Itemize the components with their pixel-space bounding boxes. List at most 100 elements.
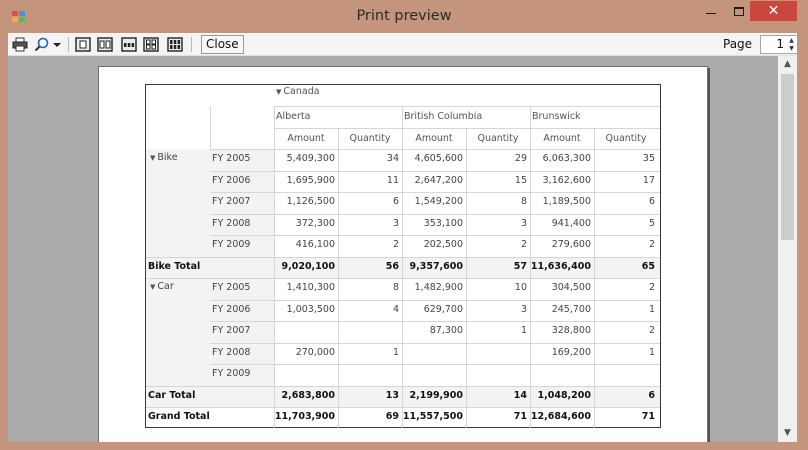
data-cell: 3 (520, 217, 527, 229)
total-cell: 11,636,400 (530, 260, 591, 272)
total-cell: 9,020,100 (281, 260, 336, 272)
data-cell: 245,700 (551, 303, 591, 315)
row-header-year[interactable]: FY 2008 (212, 347, 272, 363)
page-number-value[interactable]: 1 (776, 37, 784, 51)
grid-line (210, 149, 660, 150)
zoom-dropdown-button[interactable] (52, 37, 62, 52)
row-header-year[interactable]: FY 2005 (212, 153, 272, 169)
row-header-grand-total[interactable]: Grand Total (148, 411, 268, 427)
print-button[interactable] (12, 37, 28, 52)
collapse-icon[interactable]: ▼ (150, 283, 155, 291)
data-cell (338, 325, 399, 341)
grid-line (274, 106, 660, 107)
data-cell (274, 325, 335, 341)
one-page-button[interactable] (75, 37, 91, 52)
data-cell: 169,200 (551, 346, 591, 358)
total-cell: 65 (641, 260, 655, 272)
column-header-region[interactable]: Alberta (276, 111, 400, 127)
column-header-measure[interactable]: Quantity (338, 133, 402, 149)
three-pages-button[interactable] (121, 37, 137, 52)
row-header-year[interactable]: FY 2009 (212, 239, 272, 255)
close-preview-button[interactable]: Close (201, 35, 244, 54)
three-pages-icon (121, 37, 137, 52)
column-header-measure[interactable]: Amount (530, 133, 594, 149)
grid-line (402, 106, 403, 149)
column-header-country[interactable]: ▼ Canada (276, 86, 656, 104)
data-cell: 5 (648, 217, 655, 229)
data-cell: 1,003,500 (286, 303, 335, 315)
column-header-measure[interactable]: Amount (402, 133, 466, 149)
scroll-down-button[interactable]: ▼ (778, 425, 797, 442)
column-header-measure[interactable]: Amount (274, 133, 338, 149)
grid-line (466, 128, 467, 149)
row-header-group[interactable]: ▼ Car (150, 281, 210, 297)
row-header-total[interactable]: Car Total (148, 390, 268, 406)
two-pages-button[interactable] (97, 37, 113, 52)
scroll-thumb[interactable] (781, 74, 794, 240)
collapse-icon[interactable]: ▼ (276, 88, 281, 96)
column-header-measure[interactable]: Quantity (594, 133, 658, 149)
maximize-button[interactable] (728, 0, 750, 22)
total-cell: 13 (385, 389, 399, 401)
one-page-icon (75, 37, 91, 52)
six-pages-button[interactable] (167, 37, 183, 52)
data-cell: 304,500 (551, 282, 591, 293)
row-header-year[interactable]: FY 2009 (212, 368, 272, 384)
pivot-grid: ▼ Canada Alberta British Columbia Brunswick A… (145, 84, 661, 428)
data-cell: 328,800 (551, 325, 591, 336)
vertical-scrollbar[interactable]: ▲ ▼ (778, 56, 797, 442)
page-number-stepper[interactable]: 1 ▲ ▼ (760, 35, 799, 54)
grid-line (274, 128, 660, 129)
page-up-button[interactable]: ▲ (786, 37, 797, 45)
data-cell: 1,126,500 (286, 196, 335, 207)
six-pages-icon (167, 37, 183, 52)
grid-line (210, 192, 660, 193)
printer-icon (12, 37, 28, 52)
two-pages-icon (97, 37, 113, 52)
data-cell: 6,063,300 (542, 153, 591, 164)
column-header-region[interactable]: Brunswick (532, 111, 656, 127)
zoom-button[interactable] (34, 37, 50, 52)
column-header-region[interactable]: British Columbia (404, 111, 528, 127)
data-cell: 416,100 (295, 239, 335, 250)
data-cell: 6 (392, 196, 399, 207)
data-cell: 3,162,600 (542, 174, 591, 186)
grid-line (466, 149, 467, 428)
preview-page: ▼ Canada Alberta British Columbia Brunswick A… (98, 66, 708, 442)
total-cell: 56 (385, 260, 399, 272)
grid-line (210, 321, 660, 322)
data-cell: 2 (648, 325, 655, 336)
four-pages-button[interactable] (143, 37, 159, 52)
grid-line (146, 407, 660, 408)
chevron-up-icon: ▲ (784, 59, 791, 69)
grid-line (210, 213, 660, 215)
collapse-icon[interactable]: ▼ (150, 154, 155, 162)
data-cell: 34 (386, 153, 399, 164)
grand-total-cell: 71 (641, 411, 655, 422)
column-header-measure[interactable]: Quantity (466, 133, 530, 149)
row-header-year[interactable]: FY 2006 (212, 175, 272, 191)
page-label: Page (723, 37, 753, 51)
minimize-button[interactable] (694, 0, 728, 22)
grid-line (210, 106, 211, 149)
row-header-year[interactable]: FY 2005 (212, 282, 272, 298)
grid-line (338, 149, 339, 428)
row-header-group[interactable]: ▼ Bike (150, 152, 210, 168)
total-cell: 6 (648, 389, 655, 401)
window-close-button[interactable]: ✕ (750, 1, 797, 21)
four-pages-icon (143, 37, 159, 52)
row-header-total[interactable]: Bike Total (148, 261, 268, 277)
row-header-year[interactable]: FY 2006 (212, 304, 272, 320)
grid-line (210, 364, 660, 365)
scroll-up-button[interactable]: ▲ (778, 56, 797, 73)
row-header-year[interactable]: FY 2007 (212, 325, 272, 341)
data-cell: 202,500 (423, 239, 463, 250)
data-cell: 941,400 (551, 217, 591, 229)
row-header-year[interactable]: FY 2008 (212, 218, 272, 234)
row-header-year[interactable]: FY 2007 (212, 196, 272, 212)
data-cell (402, 368, 463, 384)
page-down-button[interactable]: ▼ (786, 45, 797, 53)
data-cell: 3 (392, 217, 399, 229)
data-cell: 17 (642, 174, 655, 186)
data-cell: 4 (392, 303, 399, 315)
